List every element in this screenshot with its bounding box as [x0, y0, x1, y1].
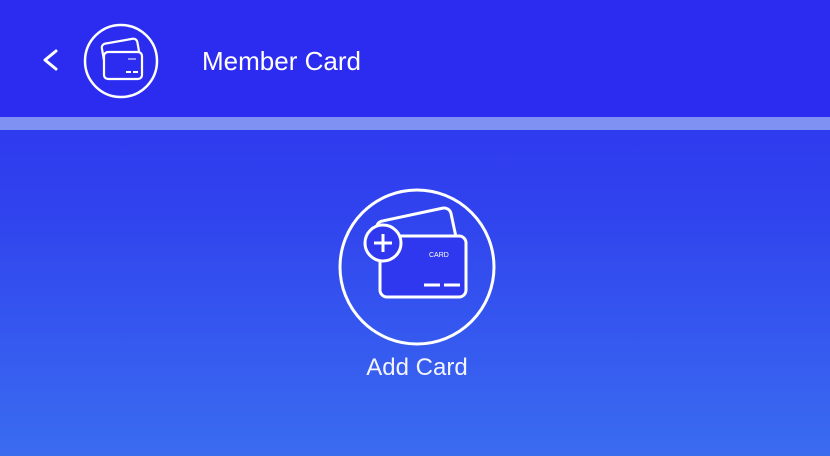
header-divider — [0, 117, 830, 130]
app-header: Member Card — [0, 0, 830, 117]
member-card-icon — [83, 23, 159, 99]
add-card-label: Add Card — [366, 354, 468, 381]
back-button[interactable] — [34, 40, 66, 80]
member-card-screen: Member Card CARD Add Card — [0, 0, 830, 456]
page-title: Member Card — [202, 46, 361, 76]
add-card-button[interactable]: CARD Add Card — [336, 186, 498, 386]
svg-text:CARD: CARD — [429, 252, 449, 259]
add-card-icon: CARD — [338, 188, 496, 346]
back-arrow-icon — [43, 49, 58, 71]
